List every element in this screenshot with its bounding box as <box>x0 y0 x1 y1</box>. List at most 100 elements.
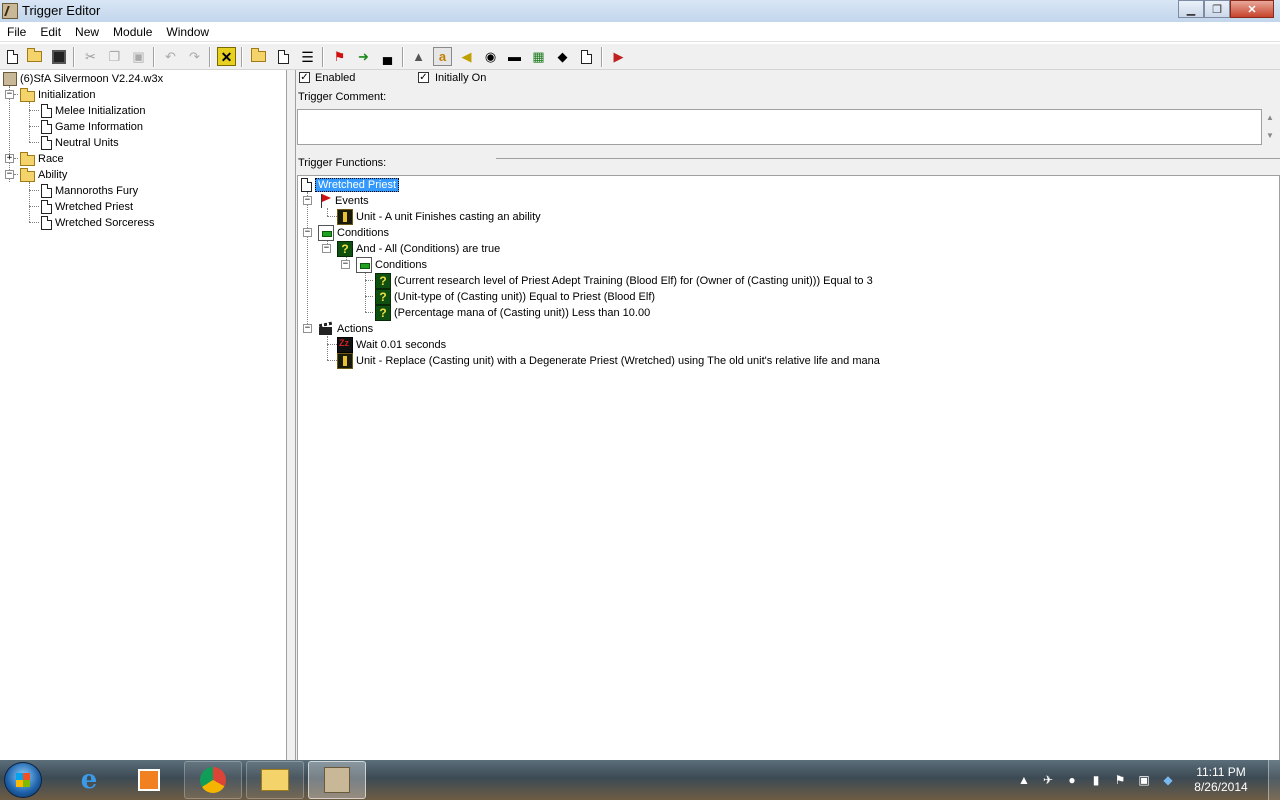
tree-trigger-melee-initialization[interactable]: Melee Initialization <box>41 103 146 119</box>
fn-and-condition[interactable]: ? And - All (Conditions) are true <box>337 241 500 257</box>
close-button[interactable]: ✕ <box>1230 0 1274 18</box>
tree-trigger-game-information[interactable]: Game Information <box>41 119 143 135</box>
divider <box>496 158 1280 159</box>
trigger-editor-window: Trigger Editor ▁ ❐ ✕ File Edit New Modul… <box>0 0 1280 760</box>
new-action-icon[interactable]: ▄ <box>378 47 397 66</box>
media-player-icon[interactable] <box>120 761 178 799</box>
clock[interactable]: 11:11 PM 8/26/2014 <box>1180 765 1262 795</box>
tree-trigger-wretched-priest[interactable]: Wretched Priest <box>41 199 133 215</box>
device-icon[interactable]: ▣ <box>1136 772 1152 788</box>
tree-map-root[interactable]: (6)SfA Silvermoon V2.24.w3x <box>3 71 163 87</box>
tree-line <box>307 192 308 328</box>
menu-new[interactable]: New <box>68 22 106 42</box>
cut-icon[interactable]: ✂ <box>81 47 100 66</box>
fn-actions-header[interactable]: Actions <box>318 321 373 337</box>
fn-events-header[interactable]: Events <box>318 193 369 209</box>
new-comment-icon[interactable]: ☰ <box>298 47 317 66</box>
trigger-editor-icon[interactable]: a <box>433 47 452 66</box>
new-event-icon[interactable]: ⚑ <box>330 47 349 66</box>
internet-explorer-icon[interactable]: e <box>60 761 118 799</box>
scroll-down-icon[interactable]: ▼ <box>1262 127 1278 145</box>
redo-icon[interactable]: ↷ <box>185 47 204 66</box>
dropbox-icon[interactable]: ◆ <box>1160 772 1176 788</box>
ai-editor-icon[interactable]: ▦ <box>529 47 548 66</box>
trigger-comment-input[interactable] <box>297 109 1262 145</box>
delete-icon[interactable]: ✕ <box>217 47 236 66</box>
start-button[interactable] <box>4 762 42 798</box>
menu-window[interactable]: Window <box>159 22 216 42</box>
collapse-sub-conditions-icon[interactable]: − <box>341 260 350 269</box>
fn-sub-condition-item[interactable]: ? (Percentage mana of (Casting unit)) Le… <box>375 305 650 321</box>
fn-sub-condition-item[interactable]: ? (Unit-type of (Casting unit)) Equal to… <box>375 289 655 305</box>
new-document-icon[interactable] <box>3 47 22 66</box>
fn-event-item[interactable]: Unit - A unit Finishes casting an abilit… <box>337 209 541 225</box>
collapse-events-icon[interactable]: − <box>303 196 312 205</box>
tree-category-race[interactable]: Race <box>20 151 64 167</box>
menu-file[interactable]: File <box>0 22 33 42</box>
fn-trigger-root[interactable]: Wretched Priest <box>301 177 400 193</box>
fn-action-item[interactable]: Wait 0.01 seconds <box>337 337 446 353</box>
fn-conditions-header[interactable]: Conditions <box>318 225 389 241</box>
tree-category-initialization[interactable]: Initialization <box>20 87 95 103</box>
expand-race-icon[interactable]: + <box>5 154 14 163</box>
category-label: Ability <box>38 169 68 181</box>
fn-sub-conditions-header[interactable]: Conditions <box>356 257 427 273</box>
network-signal-icon[interactable]: ▮ <box>1088 772 1104 788</box>
collapse-initialization-icon[interactable]: − <box>5 90 14 99</box>
enabled-checkbox[interactable]: ✓ <box>299 72 310 83</box>
comment-scrollbar[interactable]: ▲ ▼ <box>1262 109 1278 145</box>
action-center-flag-icon[interactable]: ⚑ <box>1112 772 1128 788</box>
sound-editor-icon[interactable]: ◀ <box>457 47 476 66</box>
condition-question-icon: ? <box>337 241 353 257</box>
clapperboard-icon <box>318 321 334 337</box>
import-manager-icon[interactable] <box>577 47 596 66</box>
collapse-and-condition-icon[interactable]: − <box>322 244 331 253</box>
condition-icon <box>356 257 372 273</box>
menu-edit[interactable]: Edit <box>33 22 68 42</box>
fn-sub-condition-item[interactable]: ? (Current research level of Priest Adep… <box>375 273 873 289</box>
copy-icon[interactable]: ❐ <box>105 47 124 66</box>
chrome-icon[interactable] <box>184 761 242 799</box>
file-explorer-icon[interactable] <box>246 761 304 799</box>
collapse-actions-icon[interactable]: − <box>303 324 312 333</box>
tree-line <box>365 312 373 313</box>
minimize-button[interactable]: ▁ <box>1178 0 1204 18</box>
trigger-functions-label: Trigger Functions: <box>298 157 387 169</box>
unit-icon <box>337 209 353 225</box>
world-editor-icon[interactable] <box>308 761 366 799</box>
panel-splitter[interactable] <box>287 70 296 760</box>
show-hidden-icons-icon[interactable]: ▲ <box>1016 772 1032 788</box>
scroll-up-icon[interactable]: ▲ <box>1262 109 1278 127</box>
collapse-ability-icon[interactable]: − <box>5 170 14 179</box>
show-desktop-button[interactable] <box>1268 760 1280 800</box>
app-tray-icon[interactable]: ✈ <box>1040 772 1056 788</box>
trigger-properties-panel: ✓ Enabled ✓ Initially On Trigger Comment… <box>296 70 1280 760</box>
folder-icon <box>20 152 35 166</box>
tree-trigger-mannoroths-fury[interactable]: Mannoroths Fury <box>41 183 138 199</box>
app-tray-icon[interactable]: ● <box>1064 772 1080 788</box>
test-map-icon[interactable]: ▶ <box>609 47 628 66</box>
new-condition-icon[interactable]: ➜ <box>354 47 373 66</box>
open-folder-icon[interactable] <box>25 47 44 66</box>
save-icon[interactable] <box>49 47 68 66</box>
campaign-editor-icon[interactable]: ▬ <box>505 47 524 66</box>
tree-trigger-neutral-units[interactable]: Neutral Units <box>41 135 119 151</box>
tree-trigger-wretched-sorceress[interactable]: Wretched Sorceress <box>41 215 154 231</box>
tree-category-ability[interactable]: Ability <box>20 167 67 183</box>
sub-condition-text: (Unit-type of (Casting unit)) Equal to P… <box>394 291 656 303</box>
new-category-icon[interactable] <box>249 47 268 66</box>
menu-module[interactable]: Module <box>106 22 159 42</box>
maximize-button[interactable]: ❐ <box>1204 0 1230 18</box>
initially-on-checkbox[interactable]: ✓ <box>418 72 429 83</box>
tree-line <box>365 296 373 297</box>
undo-icon[interactable]: ↶ <box>161 47 180 66</box>
new-trigger-icon[interactable] <box>274 47 293 66</box>
collapse-conditions-icon[interactable]: − <box>303 228 312 237</box>
condition-icon <box>318 225 334 241</box>
fn-action-item[interactable]: Unit - Replace (Casting unit) with a Deg… <box>337 353 880 369</box>
object-manager-icon[interactable]: ◆ <box>553 47 572 66</box>
object-editor-icon[interactable]: ◉ <box>481 47 500 66</box>
terrain-editor-icon[interactable]: ▲ <box>409 47 428 66</box>
trigger-icon <box>41 136 52 150</box>
paste-icon[interactable]: ▣ <box>129 47 148 66</box>
